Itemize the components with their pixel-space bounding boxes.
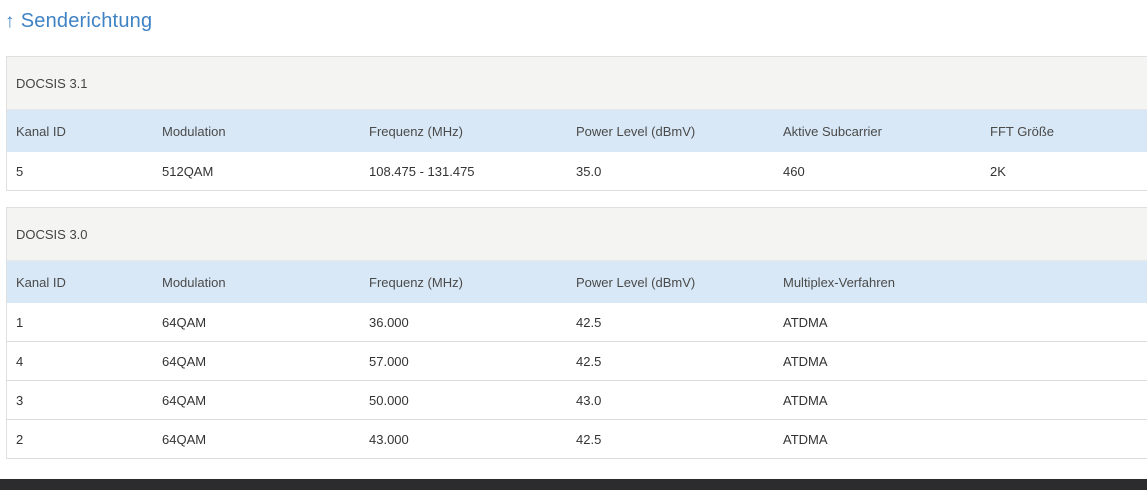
column-header-modulation: Modulation <box>162 123 226 139</box>
cell-fft-groesse: 2K <box>990 163 1006 179</box>
cell-kanal-id: 2 <box>16 431 24 447</box>
cell-kanal-id: 4 <box>16 353 24 369</box>
column-header-power-level: Power Level (dBmV) <box>576 123 696 139</box>
cell-multiplex-verfahren: ATDMA <box>783 392 828 408</box>
cell-power-level: 42.5 <box>576 314 602 330</box>
cell-power-level: 43.0 <box>576 392 602 408</box>
cell-multiplex-verfahren: ATDMA <box>783 353 828 369</box>
cell-modulation: 64QAM <box>162 314 207 330</box>
docsis30-table: DOCSIS 3.0 Kanal ID Modulation Frequenz … <box>6 207 1147 459</box>
cell-frequenz: 57.000 <box>369 353 409 369</box>
column-header-aktive-subcarrier: Aktive Subcarrier <box>783 123 882 139</box>
cell-kanal-id: 3 <box>16 392 24 408</box>
cell-frequenz: 43.000 <box>369 431 409 447</box>
table-header-row: Kanal ID Modulation Frequenz (MHz) Power… <box>7 261 1147 303</box>
table-caption: DOCSIS 3.1 <box>7 57 1147 110</box>
cell-modulation: 512QAM <box>162 163 214 179</box>
cell-modulation: 64QAM <box>162 392 207 408</box>
cell-multiplex-verfahren: ATDMA <box>783 314 828 330</box>
column-header-kanal-id: Kanal ID <box>16 274 66 290</box>
column-header-fft-groesse: FFT Größe <box>990 123 1055 139</box>
cell-aktive-subcarrier: 460 <box>783 163 805 179</box>
cell-kanal-id: 1 <box>16 314 24 330</box>
cell-multiplex-verfahren: ATDMA <box>783 431 828 447</box>
column-header-kanal-id: Kanal ID <box>16 123 66 139</box>
docsis31-table: DOCSIS 3.1 Kanal ID Modulation Frequenz … <box>6 56 1147 191</box>
column-header-frequenz: Frequenz (MHz) <box>369 123 463 139</box>
column-header-frequenz: Frequenz (MHz) <box>369 274 463 290</box>
cell-frequenz: 36.000 <box>369 314 409 330</box>
cell-modulation: 64QAM <box>162 353 207 369</box>
footer-bar <box>0 479 1147 490</box>
cell-frequenz: 108.475 - 131.475 <box>369 163 475 179</box>
table-row: 5 512QAM 108.475 - 131.475 35.0 460 2K <box>7 152 1147 191</box>
cell-kanal-id: 5 <box>16 163 24 179</box>
cell-power-level: 35.0 <box>576 163 602 179</box>
table-row: 3 64QAM 50.000 43.0 ATDMA <box>7 381 1147 420</box>
section-title-senderichtung[interactable]: ↑ Senderichtung <box>5 8 152 34</box>
cell-power-level: 42.5 <box>576 353 602 369</box>
page: ↑ Senderichtung DOCSIS 3.1 Kanal ID Modu… <box>0 0 1147 490</box>
cell-power-level: 42.5 <box>576 431 602 447</box>
table-row: 1 64QAM 36.000 42.5 ATDMA <box>7 303 1147 342</box>
table-header-row: Kanal ID Modulation Frequenz (MHz) Power… <box>7 110 1147 152</box>
table-row: 2 64QAM 43.000 42.5 ATDMA <box>7 420 1147 459</box>
column-header-multiplex-verfahren: Multiplex-Verfahren <box>783 274 895 290</box>
column-header-modulation: Modulation <box>162 274 226 290</box>
table-row: 4 64QAM 57.000 42.5 ATDMA <box>7 342 1147 381</box>
cell-frequenz: 50.000 <box>369 392 409 408</box>
table-caption: DOCSIS 3.0 <box>7 208 1147 261</box>
arrow-up-icon: ↑ <box>5 10 15 32</box>
cell-modulation: 64QAM <box>162 431 207 447</box>
section-title-label: Senderichtung <box>20 9 153 32</box>
column-header-power-level: Power Level (dBmV) <box>576 274 696 290</box>
